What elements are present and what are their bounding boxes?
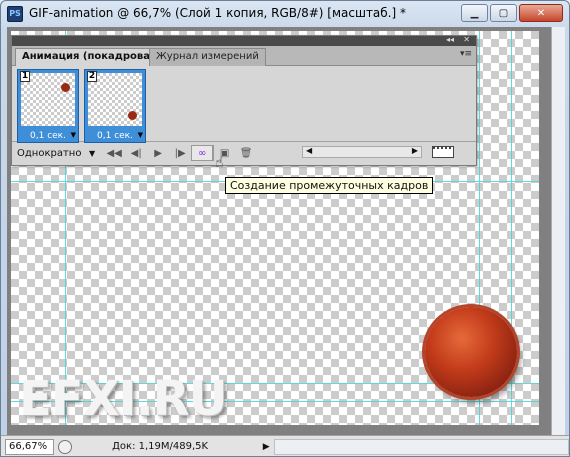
doc-size-info: Док: 1,19M/489,5K [112,441,209,452]
panel-menu-icon[interactable]: ▾≡ [460,49,472,59]
scroll-left-icon[interactable]: ◀ [306,146,312,155]
window-title: GIF-animation @ 66,7% (Слой 1 копия, RGB… [29,6,406,20]
animation-toolbar: Однократно ▼ ◀◀ ◀| ▶ |▶ ∞ ▣ 🗑 ◀ ▶ [12,142,476,164]
hand-cursor-icon: ☝ [215,155,224,171]
photoshop-app-icon: PS [7,6,23,22]
panel-scrollbar[interactable]: ◀ ▶ [302,146,422,158]
status-bar: 66,67% Док: 1,19M/489,5K ▶ [1,435,569,456]
frame-1[interactable]: 1 0,1 сек. ▼ [17,69,79,143]
next-frame-icon[interactable]: |▶ [169,145,191,161]
status-info-icon[interactable] [58,439,73,454]
loop-select[interactable]: Однократно [17,148,89,159]
red-ball-layer [425,307,517,397]
delay-dropdown-icon[interactable]: ▼ [138,131,143,139]
minimize-button[interactable]: ▁ [461,4,488,22]
tab-animation[interactable]: Анимация (покадровая) [15,48,168,67]
close-icon: ✕ [536,7,546,19]
frame-2[interactable]: 2 0,1 сек. ▼ [84,69,146,143]
tooltip: Создание промежуточных кадров [225,177,434,194]
panel-close-icon[interactable]: ✕ [463,35,470,44]
maximize-icon: ▢ [498,7,509,19]
ball-thumbnail [61,83,70,92]
scroll-right-icon[interactable]: ▶ [412,146,418,155]
vertical-scrollbar[interactable] [551,27,565,435]
horizontal-scrollbar[interactable] [273,438,569,455]
first-frame-icon[interactable]: ◀◀ [103,145,125,161]
minimize-icon: ▁ [470,7,479,19]
frame-delay[interactable]: 0,1 сек. [18,131,78,141]
tween-frames-icon[interactable]: ∞ [191,145,214,161]
zoom-field[interactable]: 66,67% [5,438,55,455]
watermark-text: EFXI.RU [19,371,228,427]
maximize-button[interactable]: ▢ [490,4,517,22]
ball-thumbnail [128,111,137,120]
play-icon[interactable]: ▶ [147,145,169,161]
frame-number: 1 [20,71,30,82]
panel-tabs: Анимация (покадровая) Журнал измерений ▾… [12,46,476,67]
tab-measurement-log[interactable]: Журнал измерений [149,48,266,66]
title-bar[interactable]: PS GIF-animation @ 66,7% (Слой 1 копия, … [1,1,569,27]
previous-frame-icon[interactable]: ◀| [125,145,147,161]
collapse-panel-icon[interactable]: ◂◂ [446,35,454,44]
status-menu-arrow-icon[interactable]: ▶ [263,442,270,452]
close-button[interactable]: ✕ [519,4,563,22]
frame-number: 2 [87,71,97,82]
animation-panel: ◂◂ ✕ Анимация (покадровая) Журнал измере… [11,35,477,166]
chevron-down-icon[interactable]: ▼ [89,149,95,158]
document-window: PS GIF-animation @ 66,7% (Слой 1 копия, … [0,0,570,457]
panel-header[interactable]: ◂◂ ✕ [12,35,476,46]
frames-strip: 1 0,1 сек. ▼ 2 0,1 сек. ▼ [12,66,476,143]
trash-icon[interactable]: 🗑 [235,145,257,161]
frame-delay[interactable]: 0,1 сек. [85,131,145,141]
convert-to-timeline-icon[interactable] [432,146,454,158]
delay-dropdown-icon[interactable]: ▼ [71,131,76,139]
